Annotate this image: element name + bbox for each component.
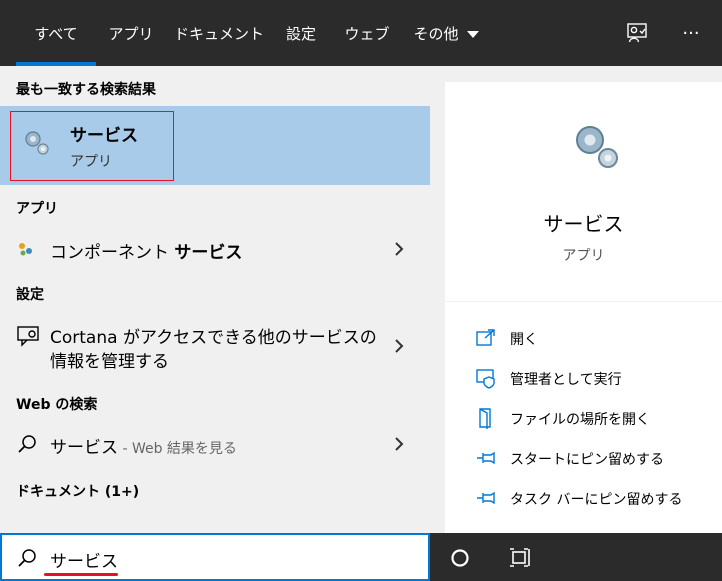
tab-more[interactable]: その他	[404, 0, 488, 66]
tab-all[interactable]: すべて	[16, 0, 96, 66]
chevron-down-icon	[466, 30, 479, 38]
results-panel: 最も一致する検索結果 サービス アプリ アプリ コンポーネント サービス 設定 …	[0, 66, 430, 533]
run-as-admin-label: 管理者として実行	[510, 372, 622, 388]
settings-heading: 設定	[16, 287, 44, 303]
search-icon	[16, 433, 38, 459]
tab-web[interactable]: ウェブ	[338, 0, 396, 66]
pin-to-start-action[interactable]: スタートにピン留めする	[475, 447, 715, 471]
best-match-title: サービス	[70, 126, 138, 146]
taskbar	[430, 533, 722, 581]
tab-apps[interactable]: アプリ	[102, 0, 160, 66]
list-item-web-search[interactable]: サービス - Web 結果を見る	[0, 424, 430, 464]
task-view-icon[interactable]	[508, 547, 532, 573]
search-icon	[16, 547, 38, 573]
search-box[interactable]: サービス	[0, 533, 430, 581]
web-search-suffix: - Web 結果を見る	[118, 441, 237, 457]
list-item-component-services[interactable]: コンポーネント サービス	[0, 229, 430, 269]
open-file-location-label: ファイルの場所を開く	[510, 412, 650, 428]
web-search-query: サービス	[50, 438, 118, 458]
cortana-settings-line1: Cortana がアクセスできる他のサービスの	[50, 328, 377, 348]
cortana-circle-icon[interactable]	[450, 548, 470, 572]
open-label: 開く	[510, 332, 538, 348]
best-match-heading: 最も一致する検索結果	[16, 82, 156, 98]
services-gear-icon	[22, 128, 52, 162]
tab-settings[interactable]: 設定	[276, 0, 326, 66]
tab-documents[interactable]: ドキュメント	[174, 0, 264, 66]
run-as-admin-icon	[475, 367, 497, 393]
preview-actions: 開く 管理者として実行 ファイルの場所を開く スタートにピン留めする タスク バ…	[445, 302, 722, 533]
web-search-heading: Web の検索	[16, 397, 98, 413]
services-gear-icon	[570, 120, 626, 180]
pin-icon	[475, 487, 497, 513]
file-location-icon	[475, 407, 497, 433]
web-search-label: サービス - Web 結果を見る	[50, 433, 237, 458]
chevron-right-icon[interactable]	[392, 239, 406, 263]
apps-heading: アプリ	[16, 201, 58, 217]
best-match-subtitle: アプリ	[70, 154, 112, 170]
cortana-settings-icon	[16, 324, 40, 352]
pin-to-start-label: スタートにピン留めする	[510, 452, 664, 468]
pin-to-taskbar-label: タスク バーにピン留めする	[510, 492, 683, 508]
feedback-icon[interactable]	[622, 18, 652, 48]
pin-icon	[475, 447, 497, 473]
preview-subtitle: アプリ	[562, 248, 605, 264]
documents-heading[interactable]: ドキュメント (1+)	[16, 481, 139, 501]
open-icon	[475, 327, 497, 353]
open-file-location-action[interactable]: ファイルの場所を開く	[475, 407, 715, 431]
tab-settings-label: 設定	[285, 24, 316, 43]
component-services-icon	[16, 239, 36, 263]
tab-web-label: ウェブ	[344, 24, 390, 43]
search-input[interactable]: サービス	[50, 547, 118, 572]
preview-title: サービス	[543, 212, 624, 236]
preview-card: サービス アプリ	[445, 82, 722, 301]
component-services-label: コンポーネント サービス	[50, 238, 242, 263]
more-options-icon[interactable]: ···	[676, 18, 706, 48]
tab-apps-label: アプリ	[108, 24, 154, 43]
open-action[interactable]: 開く	[475, 327, 715, 351]
component-services-prefix: コンポーネント	[50, 243, 175, 263]
list-item-cortana-settings[interactable]: Cortana がアクセスできる他のサービスの 情報を管理する	[0, 316, 430, 376]
red-underline	[44, 573, 118, 576]
pin-to-taskbar-action[interactable]: タスク バーにピン留めする	[475, 487, 715, 511]
cortana-settings-line2: 情報を管理する	[50, 352, 169, 372]
tab-more-label: その他	[413, 24, 459, 43]
chevron-right-icon[interactable]	[392, 434, 406, 458]
chevron-right-icon[interactable]	[392, 336, 406, 360]
run-as-admin-action[interactable]: 管理者として実行	[475, 367, 715, 391]
best-match-item[interactable]	[0, 106, 430, 185]
search-filter-bar: すべて アプリ ドキュメント 設定 ウェブ その他 ···	[0, 0, 722, 66]
component-services-match: サービス	[174, 243, 243, 263]
tab-documents-label: ドキュメント	[174, 24, 265, 43]
tab-all-label: すべて	[34, 24, 78, 43]
